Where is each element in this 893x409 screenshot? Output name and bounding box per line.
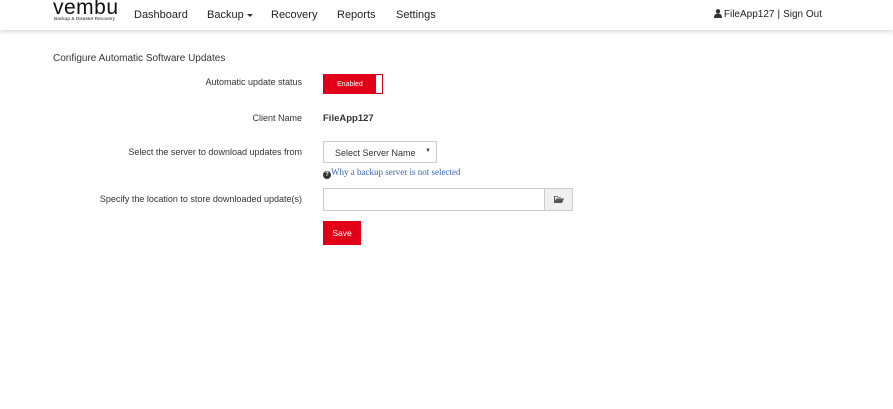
location-input[interactable] xyxy=(323,188,545,211)
question-circle-icon: ? xyxy=(323,171,331,179)
toggle-knob xyxy=(376,75,382,93)
username[interactable]: FileApp127 xyxy=(724,9,775,20)
toggle-enabled-label: Enabled xyxy=(324,75,376,93)
auto-update-toggle[interactable]: Enabled xyxy=(323,74,383,94)
user-area: FileApp127 | Sign Out xyxy=(713,9,822,20)
user-separator: | xyxy=(777,9,781,20)
browse-folder-button[interactable] xyxy=(544,188,573,211)
location-label: Specify the location to store downloaded… xyxy=(99,194,302,204)
page-title: Configure Automatic Software Updates xyxy=(53,53,226,64)
dropdown-arrow-icon: ▼ xyxy=(425,148,431,154)
nav-backup[interactable]: Backup xyxy=(207,9,253,21)
nav-settings[interactable]: Settings xyxy=(396,9,436,21)
chevron-down-icon xyxy=(246,13,253,17)
server-help-text: Why a backup server is not selected xyxy=(331,167,461,177)
server-help-link[interactable]: ? Why a backup server is not selected xyxy=(323,167,460,179)
logo-tagline: Backup & Disaster Recovery xyxy=(54,17,116,22)
save-button[interactable]: Save xyxy=(323,221,361,245)
user-icon xyxy=(713,9,722,18)
client-name-value: FileApp127 xyxy=(323,113,374,124)
server-select-label: Select the server to download updates fr… xyxy=(128,147,302,157)
sign-out-link[interactable]: Sign Out xyxy=(783,9,822,20)
nav-recovery[interactable]: Recovery xyxy=(271,9,317,21)
status-label: Automatic update status xyxy=(205,77,302,87)
top-navbar: vembu Backup & Disaster Recovery Dashboa… xyxy=(0,0,893,30)
server-select-value: Select Server Name xyxy=(335,148,416,158)
nav-dashboard[interactable]: Dashboard xyxy=(134,9,188,21)
vembu-logo[interactable]: vembu Backup & Disaster Recovery xyxy=(53,0,123,26)
nav-backup-label: Backup xyxy=(207,9,244,21)
nav-reports[interactable]: Reports xyxy=(337,9,376,21)
server-select[interactable]: Select Server Name ▼ xyxy=(323,141,437,163)
client-name-label: Client Name xyxy=(252,113,302,123)
folder-open-icon xyxy=(554,196,564,203)
